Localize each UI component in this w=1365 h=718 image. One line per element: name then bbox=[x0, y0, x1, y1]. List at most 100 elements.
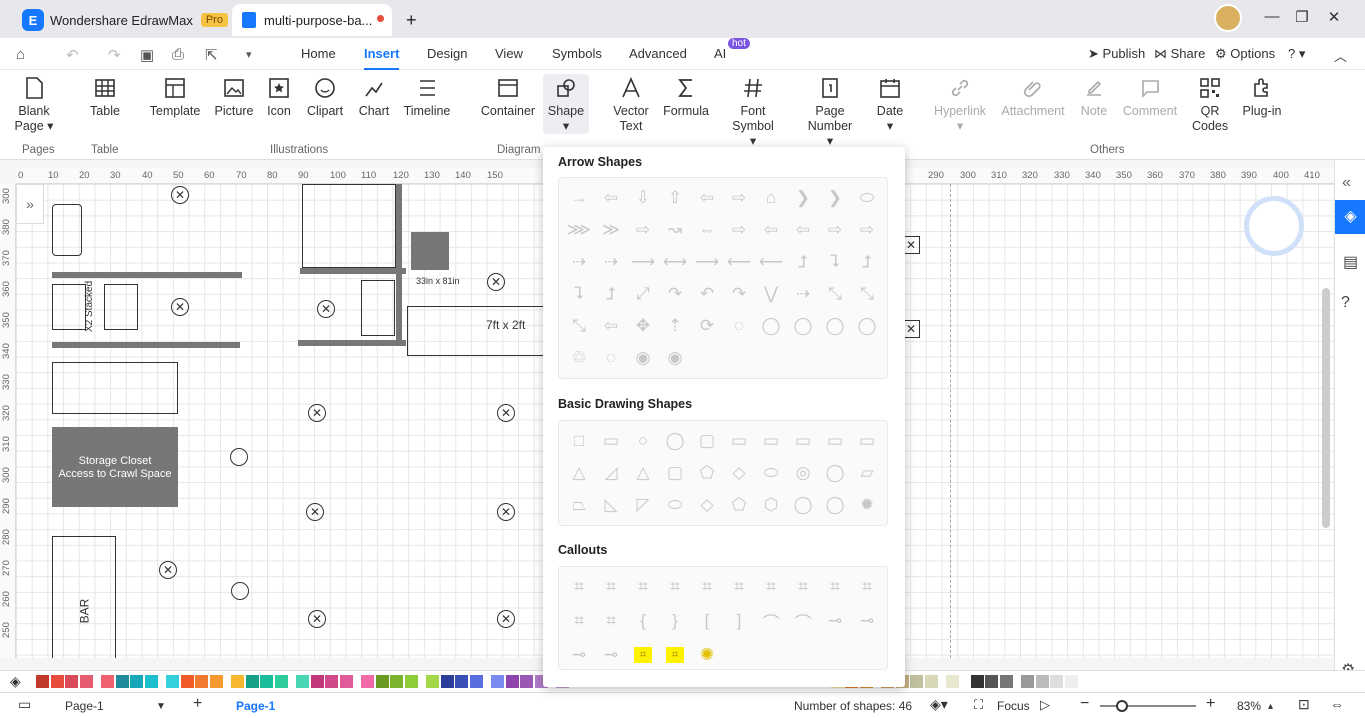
zoom-in-button[interactable]: + bbox=[1206, 695, 1215, 713]
color-swatch[interactable] bbox=[469, 675, 483, 688]
arrow-shape-item[interactable]: ⇨ bbox=[821, 216, 849, 244]
color-swatch[interactable] bbox=[339, 675, 353, 688]
callout-shape-item[interactable]: ⌗ bbox=[666, 647, 684, 663]
arrow-shape-item[interactable]: ⟷ bbox=[661, 248, 689, 276]
arrow-shape-item[interactable]: ⇢ bbox=[597, 248, 625, 276]
color-swatch[interactable] bbox=[144, 675, 158, 688]
arrow-shape-item[interactable]: ⤡ bbox=[565, 312, 593, 340]
callout-shape-item[interactable]: ⌗ bbox=[757, 573, 785, 601]
arrow-shape-item[interactable]: ♲ bbox=[565, 344, 593, 372]
color-swatch[interactable] bbox=[970, 675, 984, 688]
basic-shape-item[interactable]: △ bbox=[629, 459, 657, 487]
basic-shape-item[interactable]: ▢ bbox=[661, 459, 689, 487]
basic-shape-item[interactable]: ▭ bbox=[757, 427, 785, 455]
arrow-shape-item[interactable]: ⮧ bbox=[565, 280, 593, 308]
arrow-shape-item[interactable]: ↷ bbox=[661, 280, 689, 308]
arrow-shape-item[interactable]: ↝ bbox=[661, 216, 689, 244]
callout-shape-item[interactable]: { bbox=[629, 607, 657, 635]
blank-page-button[interactable]: Blank Page ▾ bbox=[14, 76, 54, 134]
basic-shape-item[interactable]: ◯ bbox=[821, 459, 849, 487]
color-swatch[interactable] bbox=[1021, 675, 1034, 688]
vector-text-button[interactable]: Vector Text bbox=[611, 76, 651, 134]
callout-shape-item[interactable]: ⌗ bbox=[725, 573, 753, 601]
menu-symbols[interactable]: Symbols bbox=[552, 46, 602, 61]
arrow-shape-item[interactable]: ◌ bbox=[597, 344, 625, 372]
fill-bucket-icon[interactable]: ◈ bbox=[10, 673, 21, 690]
redo-icon[interactable]: ↷ bbox=[108, 46, 121, 64]
arrow-shape-item[interactable]: ⇦ bbox=[597, 184, 625, 212]
color-swatch[interactable] bbox=[390, 675, 403, 688]
restore-icon[interactable]: ❐ bbox=[1290, 8, 1314, 26]
plug-in-button[interactable]: Plug-in bbox=[1240, 76, 1284, 119]
arrow-shape-item[interactable]: ❯ bbox=[821, 184, 849, 212]
arrow-shape-item[interactable]: ⟳ bbox=[693, 312, 721, 340]
basic-shape-item[interactable]: □ bbox=[565, 427, 593, 455]
color-swatch[interactable] bbox=[1050, 675, 1063, 688]
arrow-shape-item[interactable]: ⟶ bbox=[629, 248, 657, 276]
arrow-shape-item[interactable]: ◉ bbox=[661, 344, 689, 372]
callout-shape-item[interactable]: ⌗ bbox=[853, 573, 881, 601]
arrow-shape-item[interactable]: ⇦ bbox=[597, 312, 625, 340]
color-swatch[interactable] bbox=[260, 675, 273, 688]
color-swatch[interactable] bbox=[79, 675, 93, 688]
zoom-out-button[interactable]: − bbox=[1080, 695, 1089, 713]
note-button[interactable]: Note bbox=[1078, 76, 1110, 119]
color-swatch[interactable] bbox=[520, 675, 533, 688]
comment-button[interactable]: Comment bbox=[1120, 76, 1180, 119]
collapse-panel-icon[interactable]: « bbox=[1342, 174, 1351, 192]
color-swatch[interactable] bbox=[505, 675, 519, 688]
save-icon[interactable]: ▣ bbox=[140, 46, 154, 64]
qr-codes-button[interactable]: QR Codes bbox=[1192, 76, 1228, 134]
color-swatch[interactable] bbox=[361, 675, 374, 688]
basic-shape-item[interactable]: ▭ bbox=[725, 427, 753, 455]
arrow-shape-item[interactable]: ⮧ bbox=[821, 248, 849, 276]
color-swatch[interactable] bbox=[924, 675, 938, 688]
fit-width-icon[interactable]: ⇔ bbox=[1330, 696, 1344, 712]
template-button[interactable]: Template bbox=[148, 76, 202, 119]
zoom-slider-handle[interactable] bbox=[1116, 700, 1128, 712]
callout-shape-item[interactable]: ⌗ bbox=[597, 607, 625, 635]
focus-button[interactable]: Focus bbox=[997, 699, 1030, 713]
export-icon[interactable]: ⇱ bbox=[205, 46, 218, 64]
play-icon[interactable]: ▷ bbox=[1040, 697, 1050, 713]
basic-shape-item[interactable]: △ bbox=[565, 459, 593, 487]
vertical-scrollbar[interactable] bbox=[1322, 288, 1330, 528]
arrow-shape-item[interactable]: ⮥ bbox=[853, 248, 881, 276]
arrow-shape-item[interactable]: ⟵ bbox=[725, 248, 753, 276]
date-button[interactable]: Date ▾ bbox=[874, 76, 906, 134]
more-chevron-down-icon[interactable]: ▾ bbox=[246, 48, 252, 61]
menu-home[interactable]: Home bbox=[301, 46, 336, 61]
basic-shape-item[interactable]: ◸ bbox=[629, 491, 657, 519]
collapse-ribbon-icon[interactable]: ︿ bbox=[1334, 46, 1347, 65]
basic-shape-item[interactable]: ▢ bbox=[693, 427, 721, 455]
minimize-icon[interactable]: — bbox=[1260, 8, 1284, 25]
arrow-shape-item[interactable]: ⇨ bbox=[725, 216, 753, 244]
basic-shape-item[interactable]: ⬠ bbox=[725, 491, 753, 519]
basic-shape-item[interactable]: ◎ bbox=[789, 459, 817, 487]
menu-insert[interactable]: Insert bbox=[364, 46, 400, 70]
arrow-shape-item[interactable]: ◉ bbox=[629, 344, 657, 372]
callout-shape-item[interactable]: ⌗ bbox=[565, 607, 593, 635]
basic-shape-item[interactable]: ⬭ bbox=[661, 491, 689, 519]
basic-shape-item[interactable]: ▱ bbox=[853, 459, 881, 487]
color-swatch[interactable] bbox=[375, 675, 389, 688]
callout-shape-item[interactable]: ⌒ bbox=[757, 607, 785, 635]
callout-shape-item[interactable]: ⊸ bbox=[597, 641, 625, 669]
color-swatch[interactable] bbox=[1064, 675, 1078, 688]
layers-icon[interactable]: ◈▾ bbox=[930, 696, 948, 713]
basic-shape-item[interactable]: ◿ bbox=[597, 459, 625, 487]
color-swatch[interactable] bbox=[101, 675, 114, 688]
basic-shape-item[interactable]: ▭ bbox=[789, 427, 817, 455]
menu-design[interactable]: Design bbox=[427, 46, 467, 61]
basic-shape-item[interactable]: ⬭ bbox=[757, 459, 785, 487]
callout-shape-item[interactable]: ⌗ bbox=[565, 573, 593, 601]
arrow-shape-item[interactable]: ◯ bbox=[789, 312, 817, 340]
focus-icon[interactable]: ⛶ bbox=[974, 697, 983, 713]
color-swatch[interactable] bbox=[455, 675, 468, 688]
avatar[interactable] bbox=[1214, 4, 1242, 32]
callout-shape-item[interactable]: } bbox=[661, 607, 689, 635]
formula-button[interactable]: Formula bbox=[662, 76, 710, 119]
callout-shape-item[interactable]: ⌗ bbox=[821, 573, 849, 601]
icon-button[interactable]: Icon bbox=[264, 76, 294, 119]
arrow-shape-item[interactable]: ⋁ bbox=[757, 280, 785, 308]
